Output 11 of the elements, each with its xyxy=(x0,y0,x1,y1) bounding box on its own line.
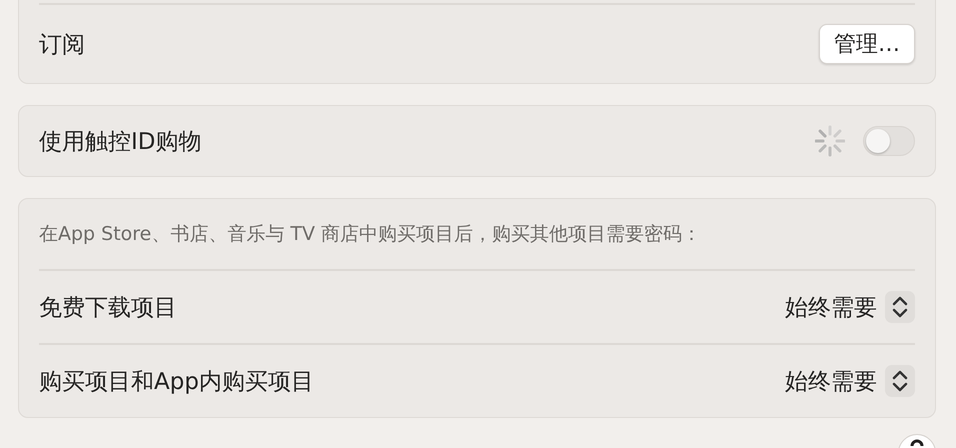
stepper-icon xyxy=(885,365,915,397)
setting-label: 免费下载项目 xyxy=(39,294,177,322)
setting-label: 购买项目和App内购买项目 xyxy=(39,368,314,396)
password-popup[interactable]: 始终需要 xyxy=(785,365,915,397)
touch-id-toggle[interactable] xyxy=(863,126,915,156)
touch-id-label: 使用触控ID购物 xyxy=(39,128,202,156)
manage-button[interactable]: 管理… xyxy=(819,24,915,64)
subscriptions-label: 订阅 xyxy=(39,30,85,60)
password-popup[interactable]: 始终需要 xyxy=(785,291,915,323)
password-description: 在App Store、书店、音乐与 TV 商店中购买项目后，购买其他项目需要密码： xyxy=(39,222,702,247)
stepper-icon xyxy=(885,291,915,323)
